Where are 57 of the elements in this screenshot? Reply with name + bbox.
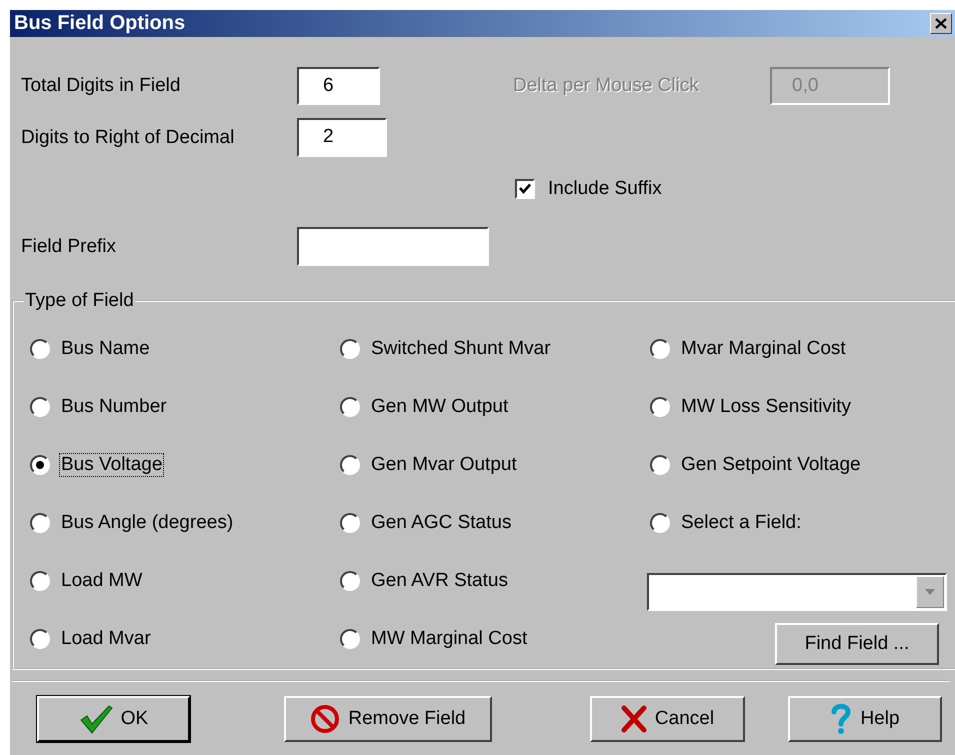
radio-label: Gen MW Output [370, 395, 510, 419]
radio-label: Select a Field: [680, 511, 802, 535]
window-title: Bus Field Options [14, 12, 186, 35]
radio-button[interactable] [340, 455, 360, 475]
radio-label: Bus Voltage [59, 453, 164, 477]
caret-icon [925, 589, 935, 595]
help-button[interactable]: Help [788, 696, 942, 742]
radio-label: Load MW [60, 569, 144, 593]
radio-button[interactable] [30, 513, 50, 533]
radio-label: Gen Setpoint Voltage [680, 453, 862, 477]
close-button[interactable] [930, 13, 952, 34]
radio-button[interactable] [30, 397, 50, 417]
group-title: Type of Field [24, 290, 135, 312]
radio-label: Bus Name [60, 337, 151, 361]
field-dropdown[interactable] [647, 573, 947, 611]
x-icon [620, 705, 647, 733]
radio-label: Bus Number [60, 395, 168, 419]
checkbox-label: Include Suffix [548, 178, 662, 200]
field-label: Digits to Right of Decimal [21, 126, 236, 148]
checkbox[interactable] [515, 179, 535, 199]
radio-button[interactable] [650, 339, 670, 359]
radio-button[interactable] [30, 455, 50, 475]
radio-label: Mvar Marginal Cost [680, 337, 847, 361]
radio-button[interactable] [30, 571, 50, 591]
find-field-button[interactable]: Find Field ... [775, 623, 939, 665]
input-field[interactable] [297, 227, 489, 266]
close-icon [935, 18, 947, 29]
check-icon [78, 704, 113, 734]
radio-label: Gen AVR Status [370, 569, 509, 593]
radio-label: MW Loss Sensitivity [680, 395, 852, 419]
radio-button[interactable] [30, 629, 50, 649]
radio-button[interactable] [650, 397, 670, 417]
radio-label: Gen Mvar Output [370, 453, 518, 477]
radio-button[interactable] [340, 629, 360, 649]
radio-label: MW Marginal Cost [370, 627, 528, 651]
radio-button[interactable] [340, 397, 360, 417]
radio-button[interactable] [340, 513, 360, 533]
input-field[interactable]: 2 [297, 118, 387, 157]
radio-label: Load Mvar [60, 627, 152, 651]
dropdown-button[interactable] [916, 576, 944, 608]
remove-button[interactable]: Remove Field [284, 696, 492, 742]
radio-button[interactable] [650, 455, 670, 475]
radio-button[interactable] [650, 513, 670, 533]
radio-label: Bus Angle (degrees) [60, 511, 234, 535]
prohibited-icon [310, 704, 340, 734]
input-field[interactable]: 6 [297, 67, 380, 105]
field-label: Total Digits in Field [21, 75, 182, 97]
radio-label: Gen AGC Status [370, 511, 512, 535]
field-label: Delta per Mouse Click [513, 75, 700, 97]
radio-button[interactable] [30, 339, 50, 359]
radio-button[interactable] [340, 571, 360, 591]
question-mark-icon [830, 703, 852, 735]
cancel-button[interactable]: Cancel [590, 696, 745, 742]
ok-button[interactable]: OK [37, 696, 190, 742]
field-label: Field Prefix [21, 236, 118, 258]
radio-label: Switched Shunt Mvar [370, 337, 552, 361]
radio-button[interactable] [340, 339, 360, 359]
